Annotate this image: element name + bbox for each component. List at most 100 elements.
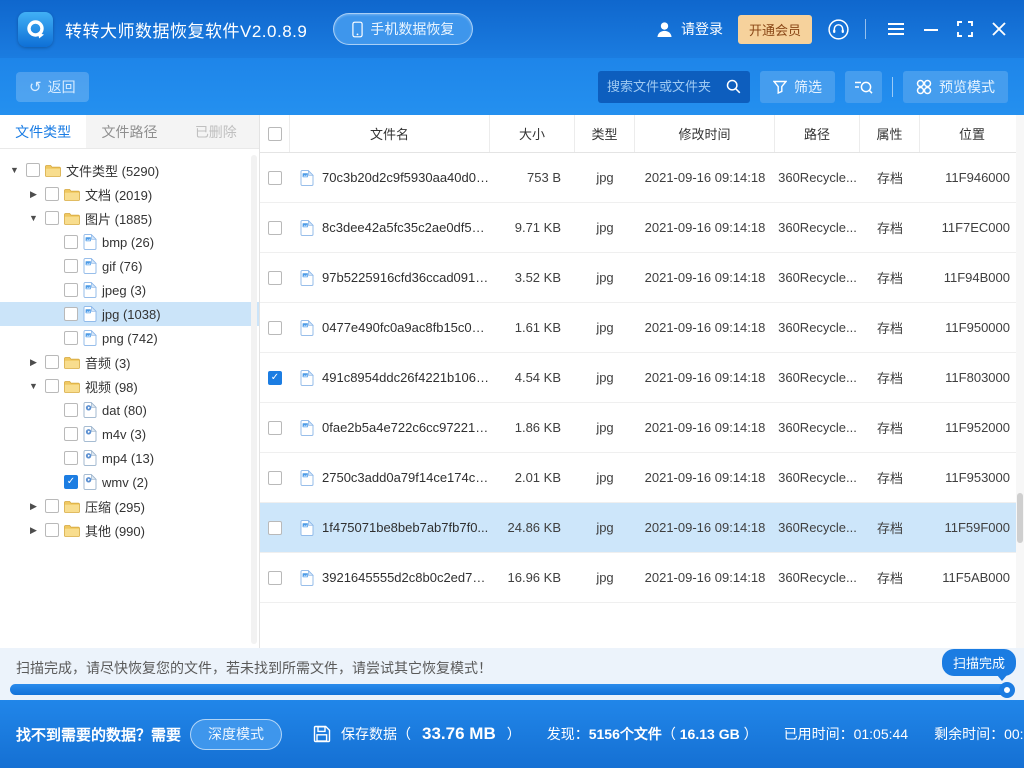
table-body: 70c3b20d2c9f5930aa40d05...753 Bjpg2021-0… <box>260 153 1024 603</box>
chevron-expanded-icon[interactable]: ▼ <box>27 381 40 391</box>
chevron-collapsed-icon[interactable]: ▶ <box>27 501 40 512</box>
file-name: 70c3b20d2c9f5930aa40d05... <box>322 170 490 185</box>
tree-checkbox[interactable] <box>45 523 59 537</box>
tree-checkbox[interactable] <box>45 187 59 201</box>
table-row[interactable]: 70c3b20d2c9f5930aa40d05...753 Bjpg2021-0… <box>260 153 1024 203</box>
tree-item[interactable]: ▼图片 (1885) <box>0 206 259 230</box>
maximize-icon[interactable] <box>957 21 973 37</box>
minimize-icon[interactable] <box>924 22 938 36</box>
table-scrollbar-thumb[interactable] <box>1017 493 1023 543</box>
table-row[interactable]: 491c8954ddc26f4221b106b...4.54 KBjpg2021… <box>260 353 1024 403</box>
column-header-size[interactable]: 大小 <box>490 115 575 152</box>
row-checkbox[interactable] <box>268 421 282 435</box>
search-input[interactable] <box>607 79 726 94</box>
tree-checkbox[interactable] <box>64 475 78 489</box>
tree-checkbox[interactable] <box>45 379 59 393</box>
column-header-modified[interactable]: 修改时间 <box>635 115 775 152</box>
tree-item[interactable]: ▶ 压缩 (295) <box>0 494 259 518</box>
table-row[interactable]: 1f475071be8beb7ab7fb7f0...24.86 KBjpg202… <box>260 503 1024 553</box>
tree-checkbox[interactable] <box>26 163 40 177</box>
row-checkbox[interactable] <box>268 271 282 285</box>
tab-file-type[interactable]: 文件类型 <box>0 115 86 148</box>
filter-button[interactable]: 筛选 <box>760 71 835 103</box>
save-data-button[interactable]: 保存数据（33.76 MB） <box>312 724 521 744</box>
chevron-expanded-icon[interactable]: ▼ <box>8 165 21 175</box>
select-all-checkbox[interactable] <box>268 127 282 141</box>
table-scrollbar[interactable] <box>1016 115 1024 648</box>
customer-service-icon[interactable] <box>827 18 850 41</box>
row-checkbox[interactable] <box>268 171 282 185</box>
preview-grid-icon <box>916 79 932 95</box>
search-icon[interactable] <box>726 79 741 94</box>
deep-mode-button[interactable]: 深度模式 <box>190 719 282 750</box>
column-header-name[interactable]: 文件名 <box>290 115 490 152</box>
table-row[interactable]: 8c3dee42a5fc35c2ae0df5ee...9.71 KBjpg202… <box>260 203 1024 253</box>
scan-progress-knob[interactable] <box>999 682 1015 698</box>
tree-checkbox[interactable] <box>64 403 78 417</box>
image-file-icon <box>83 258 97 274</box>
tree-item[interactable]: mp4 (13) <box>0 446 259 470</box>
sidebar-scrollbar[interactable] <box>251 155 257 644</box>
column-header-attr[interactable]: 属性 <box>860 115 920 152</box>
search-box[interactable] <box>598 71 750 103</box>
row-checkbox[interactable] <box>268 521 282 535</box>
tree-checkbox[interactable] <box>64 331 78 345</box>
column-header-location[interactable]: 位置 <box>920 115 1024 152</box>
tree-item[interactable]: jpg (1038) <box>0 302 259 326</box>
tree-item[interactable]: bmp (26) <box>0 230 259 254</box>
phone-recovery-button[interactable]: 手机数据恢复 <box>333 13 473 45</box>
column-header-type[interactable]: 类型 <box>575 115 635 152</box>
tree-item[interactable]: ▼视频 (98) <box>0 374 259 398</box>
chevron-collapsed-icon[interactable]: ▶ <box>27 357 40 368</box>
table-row[interactable]: 0477e490fc0a9ac8fb15c074...1.61 KBjpg202… <box>260 303 1024 353</box>
tree-item[interactable]: ▶文档 (2019) <box>0 182 259 206</box>
preview-mode-button[interactable]: 预览模式 <box>903 71 1008 103</box>
chevron-expanded-icon[interactable]: ▼ <box>27 213 40 223</box>
tree-item[interactable]: wmv (2) <box>0 470 259 494</box>
table-row[interactable]: 97b5225916cfd36ccad0919...3.52 KBjpg2021… <box>260 253 1024 303</box>
row-checkbox[interactable] <box>268 471 282 485</box>
menu-icon[interactable] <box>887 22 905 36</box>
tree-checkbox[interactable] <box>45 211 59 225</box>
tree-item[interactable]: dat (80) <box>0 398 259 422</box>
row-checkbox[interactable] <box>268 221 282 235</box>
tree-checkbox[interactable] <box>45 499 59 513</box>
tree-checkbox[interactable] <box>64 451 78 465</box>
tree-item[interactable]: ▼文件类型 (5290) <box>0 158 259 182</box>
vip-upgrade-button[interactable]: 开通会员 <box>738 15 812 44</box>
tree-item-label: 压缩 (295) <box>85 497 145 516</box>
jpg-file-icon <box>300 320 314 336</box>
tree-checkbox[interactable] <box>64 427 78 441</box>
back-button[interactable]: ↺ 返回 <box>16 72 89 102</box>
tree-item[interactable]: ▶其他 (990) <box>0 518 259 542</box>
tree-checkbox[interactable] <box>64 235 78 249</box>
tree-checkbox[interactable] <box>64 283 78 297</box>
tree-item[interactable]: png (742) <box>0 326 259 350</box>
tree-checkbox[interactable] <box>45 355 59 369</box>
login-button[interactable]: 请登录 <box>655 19 723 39</box>
row-checkbox[interactable] <box>268 321 282 335</box>
table-row[interactable]: 0fae2b5a4e722c6cc972214...1.86 KBjpg2021… <box>260 403 1024 453</box>
close-icon[interactable] <box>992 22 1006 36</box>
tab-file-path[interactable]: 文件路径 <box>86 115 172 148</box>
tree-item[interactable]: jpeg (3) <box>0 278 259 302</box>
tree-item[interactable]: gif (76) <box>0 254 259 278</box>
funnel-icon <box>773 80 787 94</box>
tree-checkbox[interactable] <box>64 307 78 321</box>
chevron-collapsed-icon[interactable]: ▶ <box>27 189 40 200</box>
table-row[interactable]: 3921645555d2c8b0c2ed733...16.96 KBjpg202… <box>260 553 1024 603</box>
search-results-button[interactable] <box>845 71 882 103</box>
row-checkbox[interactable] <box>268 371 282 385</box>
scan-status-message: 扫描完成，请尽快恢复您的文件，若未找到所需文件，请尝试其它恢复模式！ <box>0 648 1024 678</box>
tree-checkbox[interactable] <box>64 259 78 273</box>
tree-item[interactable]: ▶音频 (3) <box>0 350 259 374</box>
file-table: 文件名 大小 类型 修改时间 路径 属性 位置 70c3b20d2c9f5930… <box>260 115 1024 648</box>
found-size: 16.13 GB <box>680 726 740 742</box>
column-header-path[interactable]: 路径 <box>775 115 860 152</box>
tree-item[interactable]: m4v (3) <box>0 422 259 446</box>
table-row[interactable]: 2750c3add0a79f14ce174c3...2.01 KBjpg2021… <box>260 453 1024 503</box>
titlebar: 转转大师数据恢复软件V2.0.8.9 手机数据恢复 请登录 开通会员 <box>0 0 1024 58</box>
row-checkbox[interactable] <box>268 571 282 585</box>
chevron-collapsed-icon[interactable]: ▶ <box>27 525 40 536</box>
tab-deleted[interactable]: 已删除 <box>173 115 259 148</box>
